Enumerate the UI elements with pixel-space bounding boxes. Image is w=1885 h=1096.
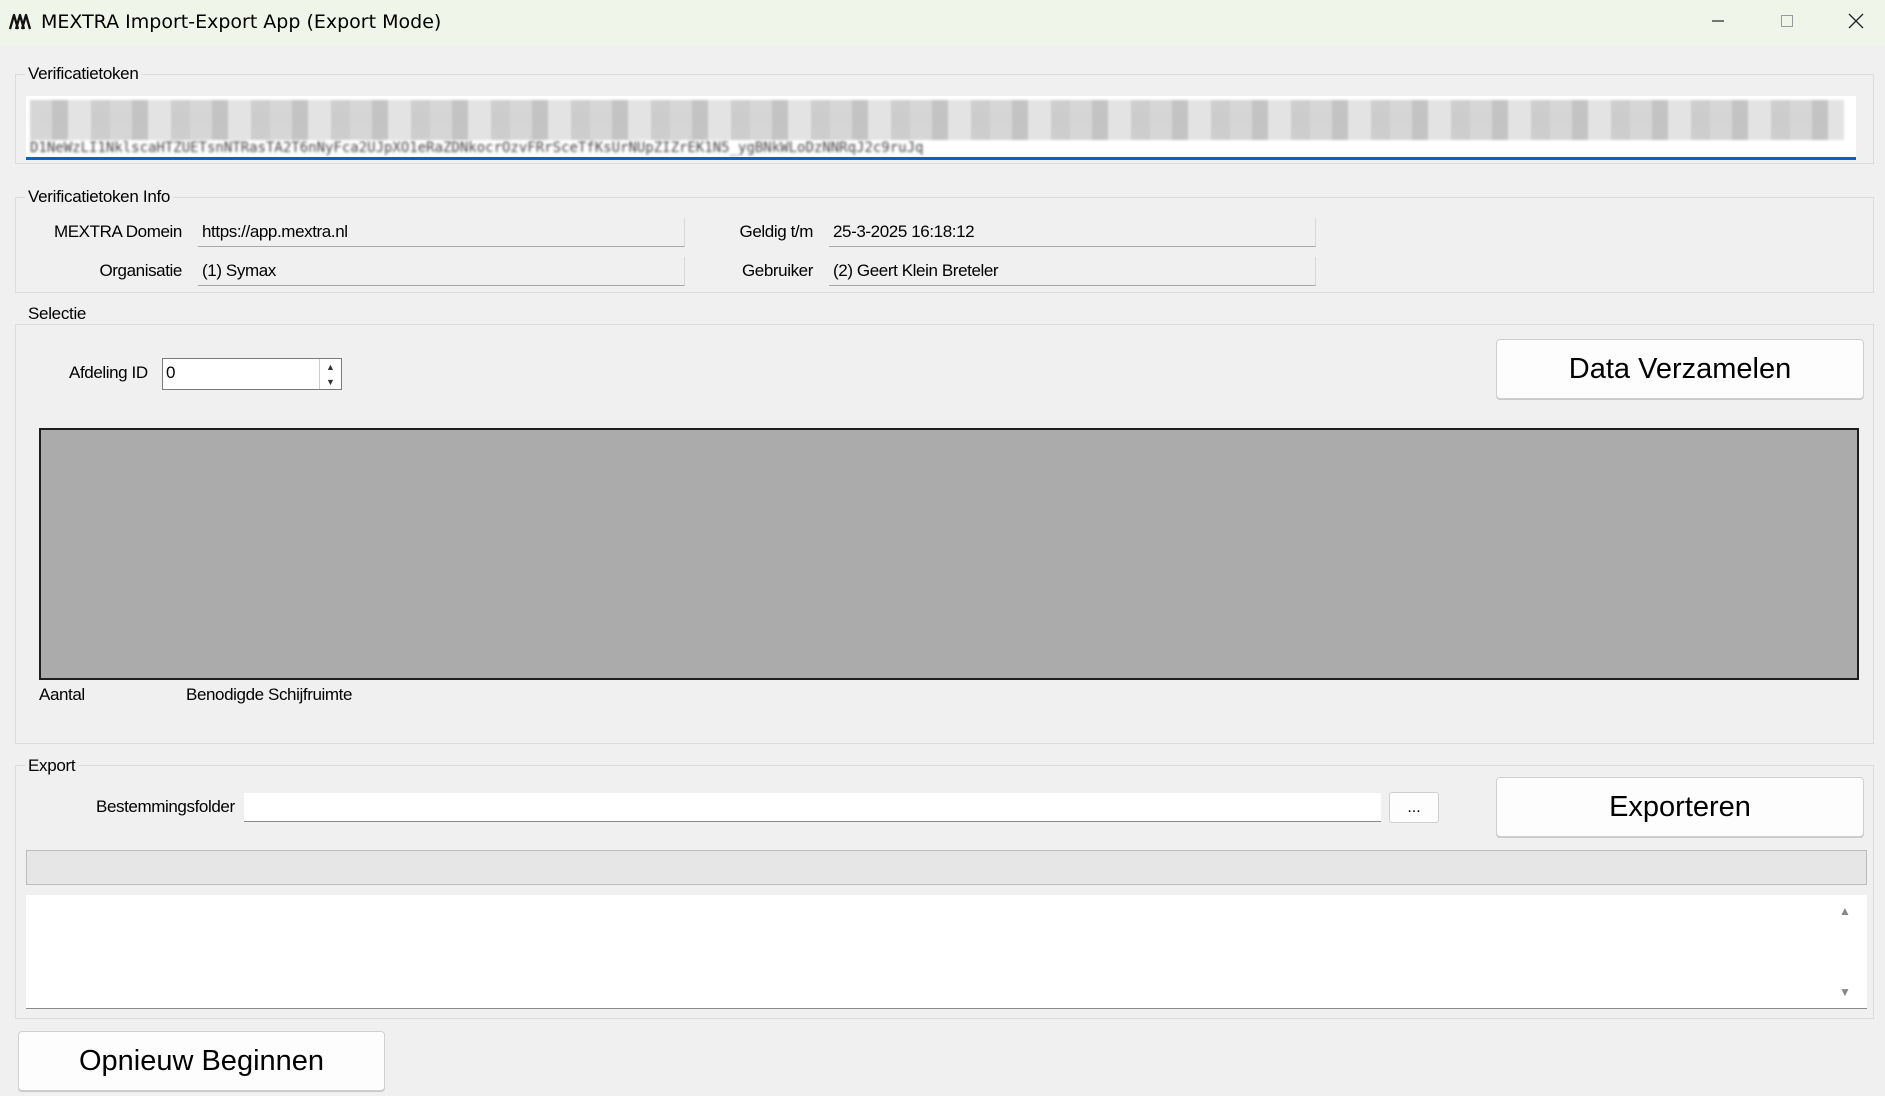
title-bar: MEXTRA Import-Export App (Export Mode) <box>0 0 1885 46</box>
token-obscured-area <box>30 100 1844 140</box>
triangle-up-icon: ▲ <box>326 361 335 372</box>
department-label: Afdeling ID <box>69 363 148 382</box>
destination-folder-label: Bestemmingsfolder <box>96 797 235 816</box>
organisation-field: (1) Symax <box>198 257 685 286</box>
valid-until-field: 25-3-2025 16:18:12 <box>829 218 1316 247</box>
disk-space-label: Benodigde Schijfruimte <box>186 685 353 704</box>
maximize-button <box>1753 0 1821 46</box>
department-id-stepper[interactable]: 0 ▲ ▼ <box>162 358 342 390</box>
close-button[interactable] <box>1822 0 1885 46</box>
user-label: Gebruiker <box>741 261 813 280</box>
data-grid[interactable] <box>39 428 1859 680</box>
department-id-value: 0 <box>166 363 176 382</box>
domain-field: https://app.mextra.nl <box>198 218 685 247</box>
organisation-label: Organisatie <box>99 261 182 280</box>
valid-until-label: Geldig t/m <box>739 222 814 241</box>
scroll-up-button[interactable]: ▲ <box>1837 903 1853 919</box>
domain-label: MEXTRA Domein <box>53 222 182 241</box>
triangle-down-icon: ▼ <box>326 376 335 387</box>
minimize-icon <box>1710 13 1726 34</box>
export-button[interactable]: Exporteren <box>1496 777 1864 837</box>
user-field: (2) Geert Klein Breteler <box>829 257 1316 286</box>
collect-data-button[interactable]: Data Verzamelen <box>1496 339 1864 399</box>
mextra-logo-icon <box>8 12 34 32</box>
token-input[interactable]: D1NeWzLI1NklscaHTZUETsnNTRasTA2T6nNyFca2… <box>26 96 1856 160</box>
selection-group-legend: Selectie <box>25 304 90 324</box>
restart-button[interactable]: Opnieuw Beginnen <box>18 1031 385 1091</box>
export-progress-bar <box>26 850 1867 885</box>
minimize-button[interactable] <box>1684 0 1752 46</box>
scroll-down-button[interactable]: ▼ <box>1837 984 1853 1000</box>
scroll-down-arrow-icon: ▼ <box>1839 985 1851 999</box>
count-label: Aantal <box>39 685 85 704</box>
log-textbox[interactable]: ▲ ▼ <box>26 895 1867 1009</box>
scroll-up-arrow-icon: ▲ <box>1839 904 1851 918</box>
close-icon <box>1847 12 1865 35</box>
maximize-icon <box>1779 13 1795 34</box>
spin-down-button[interactable]: ▼ <box>319 374 341 389</box>
token-group-legend: Verificatietoken <box>25 64 142 84</box>
window-title: MEXTRA Import-Export App (Export Mode) <box>41 11 442 33</box>
spin-up-button[interactable]: ▲ <box>319 359 341 374</box>
token-value: D1NeWzLI1NklscaHTZUETsnNTRasTA2T6nNyFca2… <box>30 140 924 156</box>
destination-folder-input[interactable] <box>244 793 1381 822</box>
browse-folder-button[interactable]: ... <box>1389 792 1439 823</box>
info-group-legend: Verificatietoken Info <box>25 187 174 207</box>
export-group-legend: Export <box>25 756 79 776</box>
